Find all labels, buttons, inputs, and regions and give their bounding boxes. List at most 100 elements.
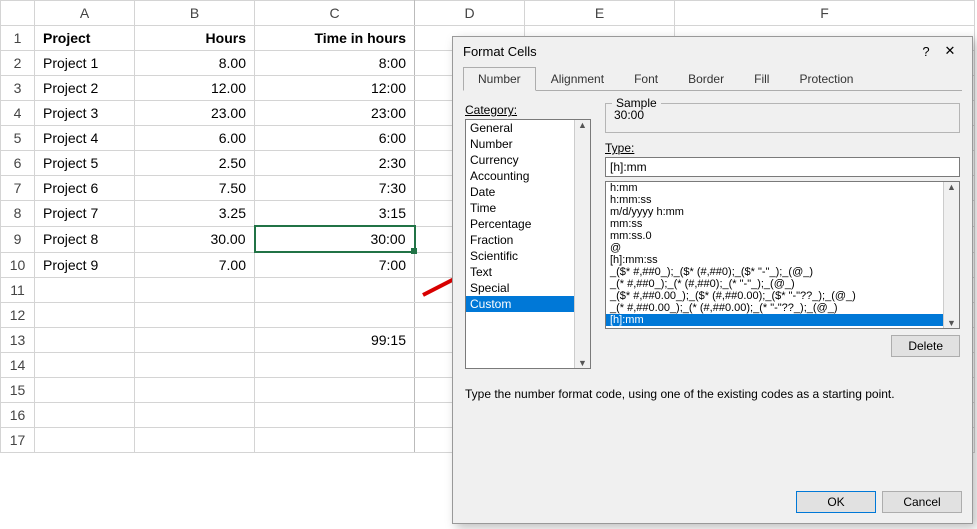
cell[interactable]: 6:00 [255, 126, 415, 151]
list-item[interactable]: Time [466, 200, 590, 216]
col-header-F[interactable]: F [675, 1, 975, 26]
list-item[interactable]: General [466, 120, 590, 136]
list-item[interactable]: Scientific [466, 248, 590, 264]
tab-font[interactable]: Font [619, 67, 673, 91]
row-header[interactable]: 6 [1, 151, 35, 176]
cell[interactable]: 8:00 [255, 51, 415, 76]
cell[interactable]: 23:00 [255, 101, 415, 126]
row-header[interactable]: 16 [1, 403, 35, 428]
cell[interactable]: Hours [135, 26, 255, 51]
list-item[interactable]: mm:ss [606, 218, 959, 230]
cell-total[interactable]: 99:15 [255, 328, 415, 353]
help-icon[interactable]: ? [914, 44, 938, 59]
row-header[interactable]: 13 [1, 328, 35, 353]
row-header[interactable]: 9 [1, 226, 35, 252]
cell[interactable]: Project [35, 26, 135, 51]
cell[interactable]: 6.00 [135, 126, 255, 151]
tab-fill[interactable]: Fill [739, 67, 784, 91]
list-item[interactable]: Number [466, 136, 590, 152]
ok-button[interactable]: OK [796, 491, 876, 513]
list-item[interactable]: Fraction [466, 232, 590, 248]
row-header[interactable]: 11 [1, 278, 35, 303]
cancel-button[interactable]: Cancel [882, 491, 962, 513]
row-header[interactable]: 7 [1, 176, 35, 201]
cell[interactable]: Project 1 [35, 51, 135, 76]
cell[interactable]: 8.00 [135, 51, 255, 76]
close-icon[interactable]: ✕ [938, 43, 962, 59]
delete-button[interactable]: Delete [891, 335, 960, 357]
chevron-down-icon[interactable]: ▼ [578, 358, 587, 368]
cell[interactable]: Project 3 [35, 101, 135, 126]
cell[interactable]: Project 2 [35, 76, 135, 101]
row-header[interactable]: 17 [1, 428, 35, 453]
cell[interactable]: 7:00 [255, 252, 415, 278]
col-header-A[interactable]: A [35, 1, 135, 26]
list-item[interactable]: _(* #,##0.00_);_(* (#,##0.00);_(* "-"??_… [606, 302, 959, 314]
cell[interactable]: 30.00 [135, 226, 255, 252]
cell[interactable]: 7.00 [135, 252, 255, 278]
cell[interactable]: Project 7 [35, 201, 135, 227]
row-header[interactable]: 2 [1, 51, 35, 76]
list-item[interactable]: h:mm:ss [606, 194, 959, 206]
cell[interactable]: 2.50 [135, 151, 255, 176]
cell[interactable]: 2:30 [255, 151, 415, 176]
list-item[interactable]: @ [606, 242, 959, 254]
cell[interactable]: 23.00 [135, 101, 255, 126]
row-header[interactable]: 12 [1, 303, 35, 328]
row-header[interactable]: 10 [1, 252, 35, 278]
row-header[interactable]: 8 [1, 201, 35, 227]
cell[interactable]: 12.00 [135, 76, 255, 101]
list-item[interactable]: _(* #,##0_);_(* (#,##0);_(* "-"_);_(@_) [606, 278, 959, 290]
row-header[interactable]: 14 [1, 353, 35, 378]
type-listbox[interactable]: h:mm h:mm:ss m/d/yyyy h:mm mm:ss mm:ss.0… [605, 181, 960, 329]
tab-alignment[interactable]: Alignment [536, 67, 619, 91]
list-item[interactable]: [h]:mm:ss [606, 254, 959, 266]
cell[interactable]: 7:30 [255, 176, 415, 201]
selected-cell[interactable]: 30:00 [255, 226, 415, 252]
row-header[interactable]: 3 [1, 76, 35, 101]
list-item[interactable]: m/d/yyyy h:mm [606, 206, 959, 218]
list-item[interactable]: Accounting [466, 168, 590, 184]
row-header[interactable]: 15 [1, 378, 35, 403]
cell[interactable]: Project 8 [35, 226, 135, 252]
tab-number[interactable]: Number [463, 67, 536, 91]
row-header[interactable]: 5 [1, 126, 35, 151]
cell[interactable]: 7.50 [135, 176, 255, 201]
cell[interactable]: 3.25 [135, 201, 255, 227]
list-item[interactable]: Text [466, 264, 590, 280]
category-listbox[interactable]: General Number Currency Accounting Date … [465, 119, 591, 369]
list-item[interactable]: _($* #,##0_);_($* (#,##0);_($* "-"_);_(@… [606, 266, 959, 278]
list-item[interactable]: Date [466, 184, 590, 200]
cell[interactable]: Project 4 [35, 126, 135, 151]
tab-border[interactable]: Border [673, 67, 739, 91]
cell[interactable]: Project 9 [35, 252, 135, 278]
col-header-B[interactable]: B [135, 1, 255, 26]
row-header[interactable]: 4 [1, 101, 35, 126]
list-item[interactable]: mm:ss.0 [606, 230, 959, 242]
tab-protection[interactable]: Protection [784, 67, 868, 91]
col-header-D[interactable]: D [415, 1, 525, 26]
chevron-up-icon[interactable]: ▲ [578, 120, 587, 130]
chevron-up-icon[interactable]: ▲ [947, 182, 956, 192]
cell[interactable]: Time in hours [255, 26, 415, 51]
chevron-down-icon[interactable]: ▼ [947, 318, 956, 328]
type-input[interactable] [605, 157, 960, 177]
list-item[interactable]: Currency [466, 152, 590, 168]
selectall-corner[interactable] [1, 1, 35, 26]
col-header-E[interactable]: E [525, 1, 675, 26]
row-header[interactable]: 1 [1, 26, 35, 51]
cell[interactable]: 3:15 [255, 201, 415, 227]
cell[interactable]: Project 5 [35, 151, 135, 176]
scrollbar[interactable]: ▲▼ [574, 120, 590, 368]
cell[interactable]: Project 6 [35, 176, 135, 201]
scrollbar[interactable]: ▲▼ [943, 182, 959, 328]
col-header-C[interactable]: C [255, 1, 415, 26]
list-item[interactable]: Custom [466, 296, 590, 312]
list-item[interactable]: h:mm [606, 182, 959, 194]
list-item[interactable]: _($* #,##0.00_);_($* (#,##0.00);_($* "-"… [606, 290, 959, 302]
cell[interactable]: 12:00 [255, 76, 415, 101]
list-item[interactable]: [h]:mm [606, 314, 959, 326]
dialog-titlebar[interactable]: Format Cells ? ✕ [453, 37, 972, 65]
list-item[interactable]: Special [466, 280, 590, 296]
list-item[interactable]: Percentage [466, 216, 590, 232]
